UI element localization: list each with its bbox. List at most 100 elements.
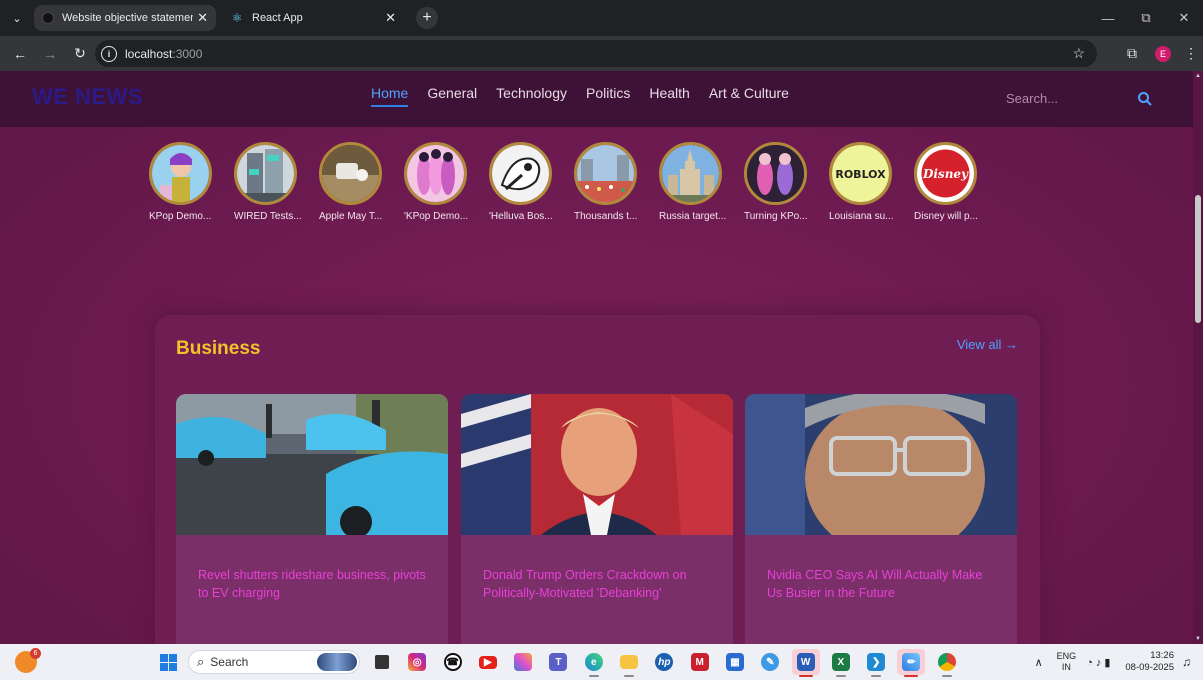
story-item[interactable]: WIRED Tests... — [234, 142, 319, 222]
scroll-down-icon[interactable]: ▼ — [1194, 636, 1202, 642]
windows-start-icon[interactable] — [160, 654, 177, 671]
tab-close-icon[interactable]: ✕ — [385, 10, 396, 26]
forward-arrow-icon[interactable]: → — [36, 40, 64, 68]
profile-avatar[interactable]: E — [1155, 45, 1171, 62]
story-item[interactable]: 'Helluva Bos... — [489, 142, 574, 222]
search-input[interactable]: Search... — [1006, 91, 1156, 106]
extensions-icon[interactable]: ⧉ — [1117, 45, 1147, 62]
bookmark-star-icon[interactable]: ☆ — [1072, 45, 1085, 62]
file-explorer-icon[interactable] — [615, 649, 643, 677]
story-caption: WIRED Tests... — [234, 211, 302, 222]
nav-general[interactable]: General — [427, 85, 477, 107]
story-thumbnail[interactable] — [659, 142, 722, 205]
vscode-icon[interactable]: ❯ — [862, 649, 890, 677]
story-thumbnail[interactable] — [234, 142, 297, 205]
story-thumbnail[interactable] — [574, 142, 637, 205]
tab-close-icon[interactable]: ✕ — [197, 10, 208, 26]
toolbar-right: ⧉ E ⋮ — [1117, 36, 1203, 71]
excel-icon[interactable]: X — [827, 649, 855, 677]
copilot-icon[interactable] — [509, 649, 537, 675]
story-caption: Turning KPo... — [744, 211, 808, 222]
card-headline[interactable]: Donald Trump Orders Crackdown on Politic… — [483, 566, 715, 602]
story-item[interactable]: Apple May T... — [319, 142, 404, 222]
nav-health[interactable]: Health — [649, 85, 689, 107]
stories-row: KPop Demo... WIRED Tests... Apple May T.… — [149, 142, 999, 222]
main-nav: Home General Technology Politics Health … — [371, 85, 789, 107]
view-all-link[interactable]: View all → — [957, 337, 1018, 352]
story-thumbnail[interactable] — [149, 142, 212, 205]
taskbar-search[interactable]: ⌕ Search — [188, 650, 360, 674]
wifi-volume-battery-icons[interactable]: ◔♪▮ — [1086, 656, 1113, 669]
paint-icon[interactable]: ✏ — [897, 649, 926, 677]
story-item[interactable]: KPop Demo... — [149, 142, 234, 222]
story-caption: 'Helluva Bos... — [489, 211, 553, 222]
back-arrow-icon[interactable]: ← — [6, 40, 34, 68]
running-indicator — [904, 675, 919, 677]
taskbar-clock[interactable]: 13:26 08-09-2025 — [1125, 650, 1174, 674]
scroll-up-icon[interactable]: ▲ — [1194, 73, 1202, 79]
story-item[interactable]: 'KPop Demo... — [404, 142, 489, 222]
story-item[interactable]: Russia target... — [659, 142, 744, 222]
media-icon[interactable] — [368, 649, 396, 675]
widgets-icon[interactable]: 6 — [15, 648, 41, 673]
card-headline[interactable]: Nvidia CEO Says AI Will Actually Make Us… — [767, 566, 999, 602]
news-card[interactable]: Revel shutters rideshare business, pivot… — [176, 394, 448, 644]
tab-website-objective[interactable]: Website objective statement ✕ — [34, 5, 216, 31]
card-image — [176, 394, 448, 535]
running-indicator — [624, 675, 635, 677]
card-image — [461, 394, 733, 535]
story-item[interactable]: Turning KPo... — [744, 142, 829, 222]
nav-technology[interactable]: Technology — [496, 85, 567, 107]
address-bar[interactable]: i localhost:3000 ☆ — [95, 40, 1097, 67]
story-thumbnail[interactable] — [489, 142, 552, 205]
close-window-icon[interactable]: ✕ — [1165, 0, 1203, 36]
teams-icon[interactable]: T — [544, 649, 572, 675]
search-icon[interactable] — [1137, 91, 1153, 107]
reload-icon[interactable]: ↻ — [66, 40, 94, 68]
whatsapp-icon[interactable]: ☎ — [439, 649, 467, 675]
story-item[interactable]: ROBLOX Louisiana su... — [829, 142, 914, 222]
news-card[interactable]: Nvidia CEO Says AI Will Actually Make Us… — [745, 394, 1017, 644]
story-thumbnail[interactable] — [744, 142, 807, 205]
youtube-icon[interactable]: ▶ — [474, 649, 502, 675]
instagram-icon[interactable]: ◎ — [403, 649, 431, 675]
new-tab-button[interactable]: + — [416, 7, 438, 29]
mcafee-icon[interactable]: M — [686, 649, 714, 675]
running-indicator — [798, 675, 813, 677]
card-headline[interactable]: Revel shutters rideshare business, pivot… — [198, 566, 430, 602]
nav-home[interactable]: Home — [371, 85, 409, 107]
story-caption: Russia target... — [659, 211, 727, 222]
windows-taskbar: 6 ⌕ Search ◎ ☎ ▶ T e hp M ▦ ✎ W X ❯ ✏ ∧ … — [0, 644, 1203, 680]
site-info-icon[interactable]: i — [101, 45, 117, 62]
running-indicator — [871, 675, 882, 677]
microsoft-store-icon[interactable]: ▦ — [721, 649, 749, 675]
site-logo[interactable]: WE NEWS — [32, 84, 143, 110]
menu-kebab-icon[interactable]: ⋮ — [1179, 45, 1203, 62]
tray-chevron-icon[interactable]: ∧ — [1035, 656, 1043, 669]
notepad-icon[interactable]: ✎ — [756, 649, 784, 675]
tab-react-app[interactable]: ⚛ React App ✕ — [222, 5, 404, 31]
react-icon: ⚛ — [231, 11, 243, 25]
story-item[interactable]: Disney Disney will p... — [914, 142, 999, 222]
page-scrollbar[interactable]: ▲ ▼ — [1193, 71, 1203, 644]
story-thumbnail[interactable]: Disney — [914, 142, 977, 205]
news-card[interactable]: Donald Trump Orders Crackdown on Politic… — [461, 394, 733, 644]
story-thumbnail[interactable] — [319, 142, 382, 205]
scrollbar-thumb[interactable] — [1195, 195, 1201, 323]
edge-icon[interactable]: e — [580, 649, 608, 677]
section-title: Business — [176, 338, 261, 359]
restore-icon[interactable]: ⧉ — [1127, 0, 1165, 36]
story-item[interactable]: Thousands t... — [574, 142, 659, 222]
running-indicator — [835, 675, 846, 677]
notification-bell-icon[interactable]: ♫ — [1182, 655, 1191, 669]
nav-politics[interactable]: Politics — [586, 85, 630, 107]
story-thumbnail[interactable]: ROBLOX — [829, 142, 892, 205]
tab-search-chevron-icon[interactable]: ⌄ — [4, 5, 30, 31]
chrome-icon[interactable] — [933, 649, 961, 677]
nav-art-culture[interactable]: Art & Culture — [709, 85, 789, 107]
hp-icon[interactable]: hp — [650, 649, 678, 675]
word-icon[interactable]: W — [791, 649, 820, 677]
input-language[interactable]: ENG IN — [1057, 651, 1077, 673]
story-thumbnail[interactable] — [404, 142, 467, 205]
minimize-icon[interactable]: — — [1089, 0, 1127, 36]
